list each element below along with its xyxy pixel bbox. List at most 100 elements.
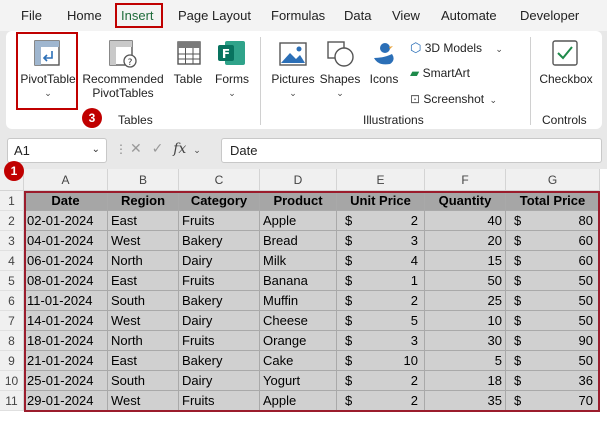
column-header-f[interactable]: F	[425, 169, 506, 191]
table-cell[interactable]: $50	[506, 311, 600, 331]
table-cell[interactable]: Dairy	[179, 311, 260, 331]
table-cell[interactable]: West	[108, 311, 179, 331]
formula-input[interactable]: Date	[221, 138, 602, 163]
table-cell[interactable]: Banana	[260, 271, 337, 291]
icons-button[interactable]: Icons	[366, 72, 402, 86]
column-header-c[interactable]: C	[179, 169, 260, 191]
table-cell[interactable]: Yogurt	[260, 371, 337, 391]
column-header-e[interactable]: E	[337, 169, 425, 191]
table-cell[interactable]: Dairy	[179, 371, 260, 391]
table-cell[interactable]: Bakery	[179, 231, 260, 251]
table-cell[interactable]: North	[108, 331, 179, 351]
table-button[interactable]: Table	[169, 72, 207, 86]
table-cell[interactable]: 18-01-2024	[24, 331, 108, 351]
chevron-down-icon[interactable]: ⌄	[92, 144, 100, 155]
table-cell[interactable]: Cheese	[260, 311, 337, 331]
chevron-down-icon[interactable]: ⌄	[193, 145, 201, 155]
table-cell[interactable]: 08-01-2024	[24, 271, 108, 291]
table-cell[interactable]: $36	[506, 371, 600, 391]
row-header-7[interactable]: 7	[0, 311, 24, 331]
3d-models-button[interactable]: ⬡ 3D Models ⌄	[410, 40, 503, 56]
table-cell[interactable]: East	[108, 211, 179, 231]
table-cell[interactable]: $1	[337, 271, 425, 291]
table-cell[interactable]: 02-01-2024	[24, 211, 108, 231]
enter-icon[interactable]: ✓	[152, 140, 164, 156]
table-cell[interactable]: $80	[506, 211, 600, 231]
table-cell[interactable]: 40	[425, 211, 506, 231]
table-cell[interactable]: $2	[337, 371, 425, 391]
table-cell[interactable]: $2	[337, 211, 425, 231]
column-header-a[interactable]: A	[24, 169, 108, 191]
table-cell[interactable]: Muffin	[260, 291, 337, 311]
table-cell[interactable]: 21-01-2024	[24, 351, 108, 371]
screenshot-button[interactable]: ⊡ Screenshot ⌄	[410, 92, 497, 106]
table-cell[interactable]: Orange	[260, 331, 337, 351]
table-header-cell[interactable]: Total Price	[506, 191, 600, 211]
table-cell[interactable]: Fruits	[179, 331, 260, 351]
table-cell[interactable]: 5	[425, 351, 506, 371]
table-cell[interactable]: South	[108, 371, 179, 391]
checkbox-button[interactable]: Checkbox	[536, 72, 596, 86]
pictures-button[interactable]: Pictures ⌄	[270, 72, 316, 100]
table-cell[interactable]: $60	[506, 251, 600, 271]
table-cell[interactable]: Fruits	[179, 211, 260, 231]
table-cell[interactable]: Fruits	[179, 391, 260, 411]
menu-page-layout[interactable]: Page Layout	[178, 8, 251, 23]
table-cell[interactable]: $10	[337, 351, 425, 371]
row-header-6[interactable]: 6	[0, 291, 24, 311]
table-cell[interactable]: 18	[425, 371, 506, 391]
table-cell[interactable]: $2	[337, 291, 425, 311]
column-header-d[interactable]: D	[260, 169, 337, 191]
table-cell[interactable]: $2	[337, 391, 425, 411]
table-cell[interactable]: 06-01-2024	[24, 251, 108, 271]
table-header-cell[interactable]: Date	[24, 191, 108, 211]
table-cell[interactable]: 25-01-2024	[24, 371, 108, 391]
table-cell[interactable]: $50	[506, 351, 600, 371]
table-cell[interactable]: 14-01-2024	[24, 311, 108, 331]
table-cell[interactable]: East	[108, 271, 179, 291]
table-cell[interactable]: 15	[425, 251, 506, 271]
smartart-button[interactable]: ▰ SmartArt	[410, 66, 470, 80]
table-cell[interactable]: Bread	[260, 231, 337, 251]
table-cell[interactable]: Apple	[260, 391, 337, 411]
row-header-8[interactable]: 8	[0, 331, 24, 351]
recommended-pivottables-button[interactable]: Recommended PivotTables	[82, 72, 164, 100]
row-header-9[interactable]: 9	[0, 351, 24, 371]
row-header-1[interactable]: 1	[0, 191, 24, 211]
row-header-10[interactable]: 10	[0, 371, 24, 391]
table-cell[interactable]: 20	[425, 231, 506, 251]
table-cell[interactable]: 30	[425, 331, 506, 351]
table-cell[interactable]: $60	[506, 231, 600, 251]
row-header-2[interactable]: 2	[0, 211, 24, 231]
table-cell[interactable]: North	[108, 251, 179, 271]
table-cell[interactable]: 25	[425, 291, 506, 311]
menu-formulas[interactable]: Formulas	[271, 8, 325, 23]
row-header-4[interactable]: 4	[0, 251, 24, 271]
table-cell[interactable]: $3	[337, 331, 425, 351]
shapes-button[interactable]: Shapes ⌄	[318, 72, 362, 100]
column-header-g[interactable]: G	[506, 169, 600, 191]
table-cell[interactable]: Apple	[260, 211, 337, 231]
table-cell[interactable]: $50	[506, 291, 600, 311]
more-options-icon[interactable]: ⋮	[115, 142, 127, 156]
menu-home[interactable]: Home	[67, 8, 102, 23]
table-cell[interactable]: Dairy	[179, 251, 260, 271]
table-cell[interactable]: Milk	[260, 251, 337, 271]
table-cell[interactable]: Bakery	[179, 291, 260, 311]
table-header-cell[interactable]: Unit Price	[337, 191, 425, 211]
table-cell[interactable]: East	[108, 351, 179, 371]
forms-button[interactable]: Forms ⌄	[211, 72, 253, 100]
row-header-5[interactable]: 5	[0, 271, 24, 291]
table-cell[interactable]: West	[108, 391, 179, 411]
table-cell[interactable]: Fruits	[179, 271, 260, 291]
row-header-3[interactable]: 3	[0, 231, 24, 251]
table-cell[interactable]: 11-01-2024	[24, 291, 108, 311]
table-cell[interactable]: $4	[337, 251, 425, 271]
table-cell[interactable]: $50	[506, 271, 600, 291]
menu-automate[interactable]: Automate	[441, 8, 497, 23]
menu-file[interactable]: File	[21, 8, 42, 23]
table-cell[interactable]: $70	[506, 391, 600, 411]
insert-function-icon[interactable]: fx	[173, 141, 186, 157]
menu-data[interactable]: Data	[344, 8, 371, 23]
table-cell[interactable]: 10	[425, 311, 506, 331]
